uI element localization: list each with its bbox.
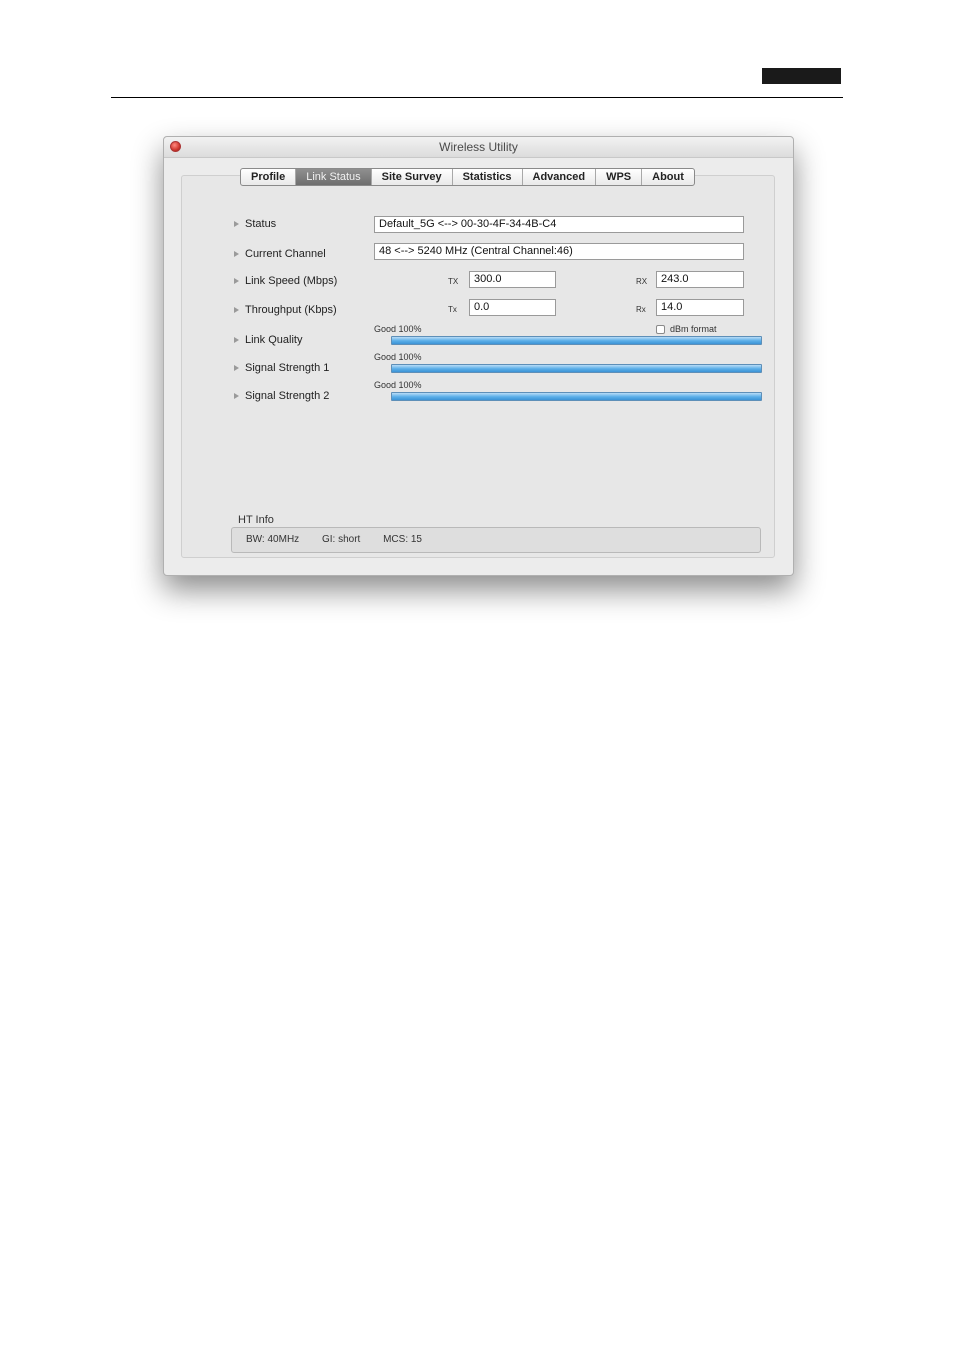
tab-wps[interactable]: WPS: [596, 169, 643, 185]
signal-strength-2-label: Signal Strength 2: [245, 390, 330, 402]
tab-link-status[interactable]: Link Status: [296, 169, 372, 185]
link-quality-bar: [391, 336, 762, 345]
dbm-format-checkbox[interactable]: [656, 325, 665, 334]
signal-strength-1-caption: Good 100%: [374, 352, 422, 362]
ht-mcs: MCS: 15: [383, 534, 422, 545]
throughput-rx-field: 14.0: [656, 299, 744, 316]
header-black-tab: [762, 68, 841, 84]
signal-strength-2-bar: [391, 392, 762, 401]
link-quality-bar-fill: [392, 337, 761, 344]
tab-bar: Profile Link Status Site Survey Statisti…: [240, 168, 695, 186]
link-speed-tx-label: TX: [448, 277, 459, 286]
ht-bw: BW: 40MHz: [246, 534, 300, 545]
link-quality-label: Link Quality: [245, 334, 303, 346]
header-rule: [111, 97, 843, 98]
signal-strength-2-bar-fill: [392, 393, 761, 400]
link-speed-label: Link Speed (Mbps): [245, 275, 338, 287]
wireless-utility-window: Wireless Utility Status Default_5G <--> …: [163, 136, 794, 576]
dbm-format-label: dBm format: [670, 324, 717, 334]
window-title: Wireless Utility: [439, 140, 518, 154]
link-quality-caption: Good 100%: [374, 324, 422, 334]
signal-strength-1-label: Signal Strength 1: [245, 362, 330, 374]
throughput-tx-field: 0.0: [469, 299, 556, 316]
ht-info-box: BW: 40MHz GI: short MCS: 15: [231, 527, 761, 553]
link-speed-rx-label: RX: [636, 277, 648, 286]
status-field: Default_5G <--> 00-30-4F-34-4B-C4: [374, 216, 744, 233]
ht-gi: GI: short: [321, 534, 361, 545]
tab-about[interactable]: About: [642, 169, 694, 185]
throughput-label: Throughput (Kbps): [245, 304, 337, 316]
ht-info-title: HT Info: [238, 514, 274, 526]
throughput-tx-label: Tx: [448, 305, 457, 314]
tab-advanced[interactable]: Advanced: [523, 169, 597, 185]
current-channel-label: Current Channel: [245, 248, 326, 260]
tab-site-survey[interactable]: Site Survey: [372, 169, 453, 185]
tab-statistics[interactable]: Statistics: [453, 169, 523, 185]
link-speed-tx-field: 300.0: [469, 271, 556, 288]
status-label: Status: [245, 218, 277, 230]
throughput-rx-label: Rx: [636, 305, 646, 314]
link-speed-rx-field: 243.0: [656, 271, 744, 288]
signal-strength-2-caption: Good 100%: [374, 380, 422, 390]
signal-strength-1-bar-fill: [392, 365, 761, 372]
signal-strength-1-bar: [391, 364, 762, 373]
tab-profile[interactable]: Profile: [241, 169, 297, 185]
link-status-panel: Status Default_5G <--> 00-30-4F-34-4B-C4…: [181, 175, 775, 558]
title-bar: Wireless Utility: [164, 137, 793, 158]
current-channel-field: 48 <--> 5240 MHz (Central Channel:46): [374, 243, 744, 260]
